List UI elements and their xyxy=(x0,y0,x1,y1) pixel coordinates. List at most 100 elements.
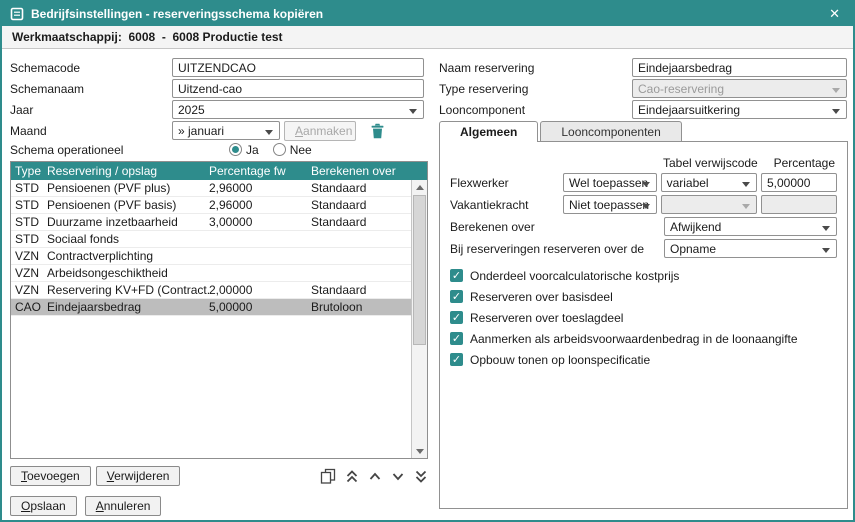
jaar-select-value: 2025 xyxy=(178,103,205,117)
move-bottom-button[interactable] xyxy=(414,467,428,485)
table-row[interactable]: STD Pensioenen (PVF plus) 2,96000 Standa… xyxy=(11,180,411,197)
window-title: Bedrijfsinstellingen - reserveringsschem… xyxy=(31,7,323,21)
row-move-tools xyxy=(320,467,428,485)
flexwerker-label: Flexwerker xyxy=(450,176,563,190)
vakantiekracht-toepassen-select[interactable]: Niet toepassen xyxy=(563,195,657,214)
naam-reservering-input[interactable] xyxy=(632,58,847,77)
reserveren-over-select[interactable]: Opname xyxy=(664,239,837,258)
cell-type: STD xyxy=(11,198,47,212)
schemanaam-label: Schemanaam xyxy=(10,82,172,96)
dialog-footer: Opslaan Annuleren xyxy=(10,496,428,516)
berekenen-over-label: Berekenen over xyxy=(450,220,664,234)
dialog-content: Schemacode Schemanaam Jaar 2025 Maand » … xyxy=(2,49,853,520)
delete-schema-button[interactable] xyxy=(370,122,385,140)
cell-reservering: Reservering KV+FD (Contract... xyxy=(47,283,209,297)
berekenen-over-select[interactable]: Afwijkend xyxy=(664,217,837,236)
toevoegen-button[interactable]: Toevoegen xyxy=(10,466,91,486)
checkbox-opbouw-loonspecificatie[interactable] xyxy=(450,353,463,366)
scroll-down-icon[interactable] xyxy=(412,444,427,458)
move-top-button[interactable] xyxy=(345,467,359,485)
flexwerker-percentage-input[interactable] xyxy=(761,173,837,192)
move-up-button[interactable] xyxy=(368,467,382,485)
cell-type: VZN xyxy=(11,266,47,280)
checkbox-row: Aanmerken als arbeidsvoorwaardenbedrag i… xyxy=(450,328,837,349)
schemacode-input[interactable] xyxy=(172,58,424,77)
berekenen-over-row: Berekenen over Afwijkend xyxy=(450,216,837,237)
cell-reservering: Eindejaarsbedrag xyxy=(47,300,209,314)
checkbox-voorcalculatorische-kostprijs[interactable] xyxy=(450,269,463,282)
cell-reservering: Sociaal fonds xyxy=(47,232,209,246)
tab-bar: Algemeen Looncomponenten xyxy=(439,120,848,141)
schemacode-row: Schemacode xyxy=(10,57,428,78)
algemeen-panel: Tabel verwijscode Percentage Flexwerker … xyxy=(439,141,848,509)
cell-type: VZN xyxy=(11,249,47,263)
cell-percentage: 3,00000 xyxy=(209,215,311,229)
table-row[interactable]: STD Pensioenen (PVF basis) 2,96000 Stand… xyxy=(11,197,411,214)
scroll-up-icon[interactable] xyxy=(412,180,427,194)
checkbox-row: Reserveren over toeslagdeel xyxy=(450,307,837,328)
flexwerker-verwijscode-select[interactable]: variabel xyxy=(661,173,757,192)
table-row[interactable]: VZN Arbeidsongeschiktheid xyxy=(11,265,411,282)
col-header-tabel-verwijscode: Tabel verwijscode xyxy=(663,156,760,171)
cell-type: STD xyxy=(11,232,47,246)
naam-reservering-row: Naam reservering xyxy=(439,57,848,78)
table-row[interactable]: VZN Contractverplichting xyxy=(11,248,411,265)
annuleren-button[interactable]: Annuleren xyxy=(85,496,162,516)
type-reservering-select: Cao-reservering xyxy=(632,79,847,98)
radio-ja[interactable] xyxy=(229,143,242,156)
type-reservering-value: Cao-reservering xyxy=(638,82,724,96)
schema-operationeel-label: Schema operationeel xyxy=(10,143,172,157)
close-icon[interactable]: ✕ xyxy=(824,4,845,24)
verwijderen-button[interactable]: Verwijderen xyxy=(96,466,181,486)
opslaan-button[interactable]: Opslaan xyxy=(10,496,77,516)
checkbox-row: Opbouw tonen op loonspecificatie xyxy=(450,349,837,370)
maand-select[interactable]: » januari xyxy=(172,121,280,140)
schemanaam-input[interactable] xyxy=(172,79,424,98)
cell-berekenen-over: Standaard xyxy=(311,181,411,195)
trash-icon xyxy=(370,123,385,139)
checkbox-reserveren-basisdeel[interactable] xyxy=(450,290,463,303)
checkbox-label: Opbouw tonen op loonspecificatie xyxy=(470,353,650,367)
maand-select-value: » januari xyxy=(178,124,224,138)
radio-nee[interactable] xyxy=(273,143,286,156)
table-row-selected[interactable]: CAO Eindejaarsbedrag 5,00000 Brutoloon xyxy=(11,299,411,316)
copy-row-button[interactable] xyxy=(320,467,336,485)
flexwerker-toepassen-value: Wel toepassen xyxy=(569,176,648,190)
table-row[interactable]: VZN Reservering KV+FD (Contract... 2,000… xyxy=(11,282,411,299)
cell-type: VZN xyxy=(11,283,47,297)
looncomponent-select[interactable]: Eindejaarsuitkering xyxy=(632,100,847,119)
checkbox-row: Onderdeel voorcalculatorische kostprijs xyxy=(450,265,837,286)
aanmaken-button[interactable]: Aanmaken xyxy=(284,121,356,141)
reserveren-over-label: Bij reserveringen reserveren over de xyxy=(450,242,664,256)
copy-icon xyxy=(320,468,336,484)
table-scrollbar[interactable] xyxy=(411,180,427,458)
header-type: Type xyxy=(11,164,47,178)
table-row[interactable]: STD Duurzame inzetbaarheid 3,00000 Stand… xyxy=(11,214,411,231)
tab-algemeen[interactable]: Algemeen xyxy=(439,121,538,142)
vakantiekracht-label: Vakantiekracht xyxy=(450,198,563,212)
reserveringen-table: Type Reservering / opslag Percentage fw … xyxy=(10,161,428,459)
dialog-window: Bedrijfsinstellingen - reserveringsschem… xyxy=(0,0,855,522)
move-down-button[interactable] xyxy=(391,467,405,485)
vakantiekracht-verwijscode-select xyxy=(661,195,757,214)
cell-berekenen-over: Standaard xyxy=(311,283,411,297)
checkbox-arbeidsvoorwaardenbedrag[interactable] xyxy=(450,332,463,345)
schemacode-label: Schemacode xyxy=(10,61,172,75)
jaar-select[interactable]: 2025 xyxy=(172,100,424,119)
tab-looncomponenten[interactable]: Looncomponenten xyxy=(540,121,681,141)
table-row[interactable]: STD Sociaal fonds xyxy=(11,231,411,248)
checkbox-label: Aanmerken als arbeidsvoorwaardenbedrag i… xyxy=(470,332,798,346)
flexwerker-toepassen-select[interactable]: Wel toepassen xyxy=(563,173,657,192)
looncomponent-value: Eindejaarsuitkering xyxy=(638,103,740,117)
window-icon xyxy=(10,7,24,21)
scrollbar-thumb[interactable] xyxy=(413,195,426,345)
looncomponent-label: Looncomponent xyxy=(439,103,632,117)
cell-reservering: Arbeidsongeschiktheid xyxy=(47,266,209,280)
vakantiekracht-toepassen-value: Niet toepassen xyxy=(569,198,649,212)
checkbox-reserveren-toeslagdeel[interactable] xyxy=(450,311,463,324)
title-bar: Bedrijfsinstellingen - reserveringsschem… xyxy=(2,2,853,26)
schemanaam-row: Schemanaam xyxy=(10,78,428,99)
cell-reservering: Contractverplichting xyxy=(47,249,209,263)
header-reservering: Reservering / opslag xyxy=(47,164,209,178)
werkmaatschappij-bar: Werkmaatschappij: 6008 - 6008 Productie … xyxy=(2,26,853,49)
